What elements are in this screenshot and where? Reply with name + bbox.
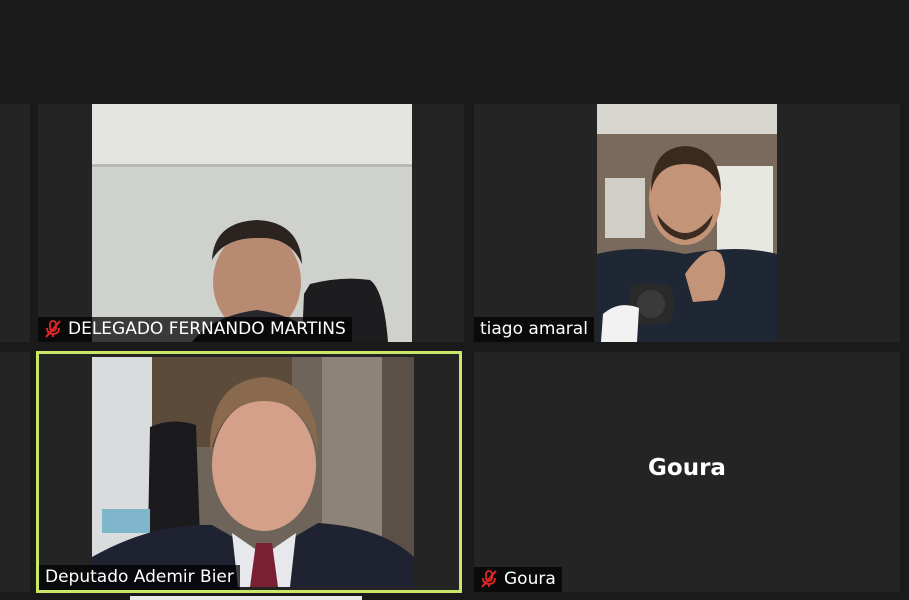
participant-name-tag: Deputado Ademir Bier xyxy=(39,565,240,590)
participant-name: DELEGADO FERNANDO MARTINS xyxy=(68,319,346,339)
participant-video xyxy=(597,104,777,342)
participant-name-tag: DELEGADO FERNANDO MARTINS xyxy=(38,317,352,342)
participant-name: Goura xyxy=(504,569,556,589)
partial-tile-left-top xyxy=(0,104,30,342)
participant-tile-fernando[interactable]: DELEGADO FERNANDO MARTINS xyxy=(38,104,464,342)
bottom-strip xyxy=(130,596,362,600)
participant-video xyxy=(92,357,414,587)
participant-name-tag: tiago amaral xyxy=(474,317,594,342)
participant-name: Deputado Ademir Bier xyxy=(45,567,234,587)
participant-display-name: Goura xyxy=(648,455,726,481)
participant-name: tiago amaral xyxy=(480,319,588,339)
participant-video xyxy=(92,104,412,342)
participant-tile-tiago[interactable]: tiago amaral xyxy=(474,104,900,342)
microphone-muted-icon xyxy=(481,570,497,588)
meeting-window: { "participants": [ { "name": "DELEGADO … xyxy=(0,0,909,600)
participant-name-tag: Goura xyxy=(474,567,562,592)
participant-tile-ademir[interactable]: Deputado Ademir Bier xyxy=(36,351,462,593)
microphone-muted-icon xyxy=(45,320,61,338)
participant-tile-goura[interactable]: Goura Goura xyxy=(474,352,900,592)
partial-tile-left-bottom xyxy=(0,352,30,592)
